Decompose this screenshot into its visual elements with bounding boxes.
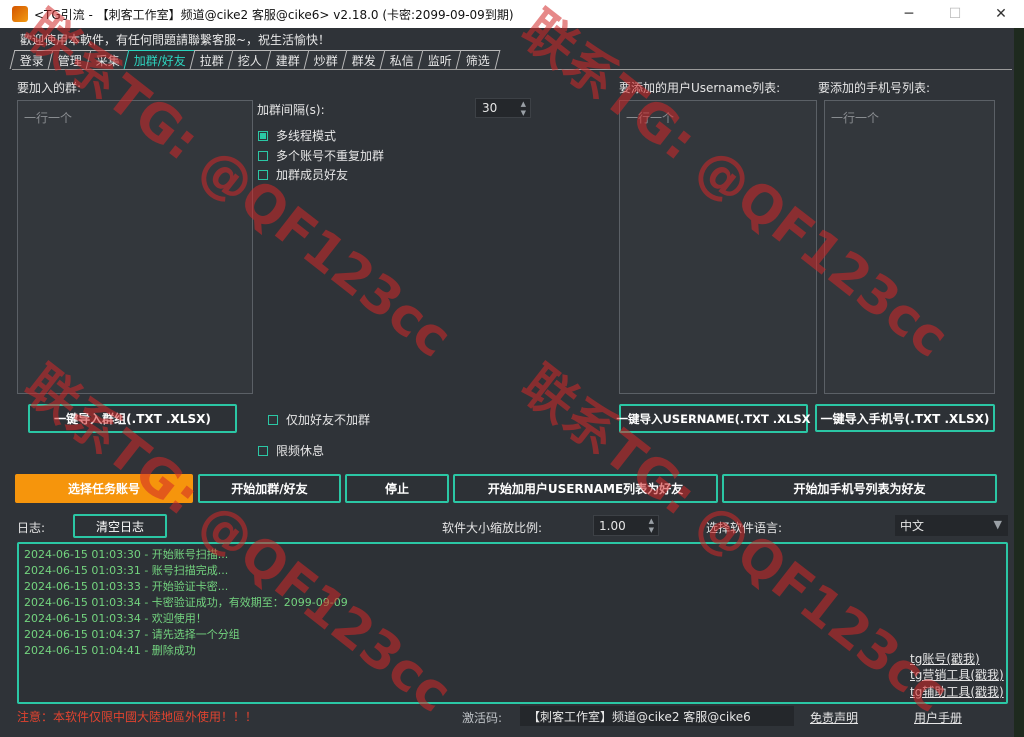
add-members-checkbox[interactable]: 加群成员好友	[258, 166, 348, 183]
no-repeat-label: 多个账号不重复加群	[276, 149, 385, 163]
app-icon	[12, 6, 28, 22]
tg-account-link[interactable]: tg账号(戳我)	[910, 650, 980, 667]
add-members-label: 加群成员好友	[276, 168, 349, 182]
checkbox-icon	[258, 150, 268, 161]
tab-filter[interactable]: 筛选	[455, 50, 501, 69]
close-button[interactable]: ✕	[978, 0, 1024, 28]
log-label: 日志:	[17, 521, 46, 535]
log-line: 2024-06-15 01:03:30 - 开始账号扫描...	[24, 548, 229, 561]
groups-placeholder: 一行一个	[24, 111, 73, 125]
tab-join-group-friend[interactable]: 加群/好友	[123, 50, 197, 69]
multithread-checkbox[interactable]: 多线程模式	[258, 127, 336, 144]
language-select[interactable]: 中文 ▼	[895, 515, 1008, 536]
import-usernames-button[interactable]: 一键导入USERNAME(.TXT .XLSX	[616, 404, 811, 433]
log-line: 2024-06-15 01:04:37 - 请先选择一个分组	[24, 628, 240, 641]
spin-arrows-icon[interactable]: ▲ ▼	[521, 100, 526, 118]
start-phone-button[interactable]: 开始加手机号列表为好友	[722, 474, 997, 503]
select-account-button[interactable]: 选择任务账号	[15, 474, 193, 503]
log-line: 2024-06-15 01:03:31 - 账号扫描完成...	[24, 564, 229, 577]
tg-helper-link[interactable]: tg辅助工具(戳我)	[910, 683, 1004, 700]
checkbox-icon	[268, 414, 278, 425]
groups-label: 要加入的群:	[17, 81, 82, 95]
title-bar: <TG引流 - 【刺客工作室】频道@cike2 客服@cike6> v2.18.…	[0, 0, 1024, 28]
maximize-button[interactable]: ☐	[932, 0, 978, 28]
log-line: 2024-06-15 01:03:34 - 卡密验证成功，有效期至：2099-0…	[24, 596, 348, 609]
scale-value: 1.00	[599, 518, 626, 533]
window-title: <TG引流 - 【刺客工作室】频道@cike2 客服@cike6> v2.18.…	[34, 7, 514, 22]
interval-value: 30	[482, 101, 498, 115]
tg-marketing-link[interactable]: tg营销工具(戳我)	[910, 666, 1004, 683]
scale-spinbox[interactable]: 1.00 ▲ ▼	[593, 515, 659, 536]
multithread-label: 多线程模式	[276, 129, 337, 143]
import-groups-button[interactable]: 一键导入群组(.TXT .XLSX)	[28, 404, 237, 433]
log-line: 2024-06-15 01:03:33 - 开始验证卡密...	[24, 580, 229, 593]
spin-arrows-icon[interactable]: ▲ ▼	[649, 517, 654, 535]
phones-label: 要添加的手机号列表:	[818, 81, 931, 95]
tab-bar: 登录 管理 采集 加群/好友 拉群 挖人 建群 炒群 群发 私信 监听 筛选	[9, 50, 501, 70]
start-join-button[interactable]: 开始加群/好友	[198, 474, 341, 503]
log-line: 2024-06-15 01:03:34 - 欢迎使用！	[24, 612, 207, 625]
rate-limit-checkbox[interactable]: 限频休息	[258, 442, 324, 459]
disclaimer-link[interactable]: 免责声明	[810, 709, 858, 726]
friends-only-label: 仅加好友不加群	[286, 413, 371, 427]
language-value: 中文	[900, 519, 925, 533]
clear-log-button[interactable]: 清空日志	[73, 514, 167, 538]
usernames-textarea[interactable]: 一行一个	[619, 100, 817, 394]
minimize-button[interactable]: ─	[886, 0, 932, 28]
scale-label: 软件大小缩放比例:	[442, 521, 543, 535]
background-strip	[1014, 28, 1024, 737]
welcome-text: 歡迎使用本軟件，有任何問題請聯繫客服~，祝生活愉快！	[20, 33, 331, 47]
manual-link[interactable]: 用户手册	[914, 709, 962, 726]
checkbox-icon	[258, 169, 268, 180]
rate-limit-label: 限频休息	[276, 444, 325, 458]
no-repeat-checkbox[interactable]: 多个账号不重复加群	[258, 147, 384, 164]
stop-button[interactable]: 停止	[345, 474, 449, 503]
usernames-label: 要添加的用户Username列表:	[619, 81, 781, 95]
phones-placeholder: 一行一个	[831, 111, 880, 125]
checkbox-icon	[258, 445, 268, 456]
interval-label: 加群间隔(s):	[257, 103, 325, 117]
import-phones-button[interactable]: 一键导入手机号(.TXT .XLSX)	[815, 404, 995, 432]
interval-spinbox[interactable]: 30 ▲ ▼	[475, 98, 531, 118]
main-panel: 歡迎使用本軟件，有任何問題請聯繫客服~，祝生活愉快！ 登录 管理 采集 加群/好…	[0, 28, 1014, 737]
chevron-down-icon: ▼	[993, 518, 1002, 531]
checkbox-checked-icon	[258, 130, 268, 141]
usernames-placeholder: 一行一个	[626, 111, 675, 125]
log-panel[interactable]: 2024-06-15 01:03:30 - 开始账号扫描... 2024-06-…	[17, 542, 1008, 704]
phones-textarea[interactable]: 一行一个	[824, 100, 995, 394]
log-line: 2024-06-15 01:04:41 - 删除成功	[24, 644, 196, 657]
activation-input[interactable]: 【刺客工作室】频道@cike2 客服@cike6	[520, 706, 794, 726]
activation-label: 激活码:	[462, 711, 503, 725]
tab-divider	[12, 69, 1012, 70]
start-username-button[interactable]: 开始加用户USERNAME列表为好友	[453, 474, 718, 503]
language-label: 选择软件语言:	[706, 521, 783, 535]
notice-text: 注意：本软件仅限中國大陸地區外使用！！！	[17, 710, 258, 724]
groups-textarea[interactable]: 一行一个	[17, 100, 253, 394]
friends-only-checkbox[interactable]: 仅加好友不加群	[268, 411, 370, 428]
